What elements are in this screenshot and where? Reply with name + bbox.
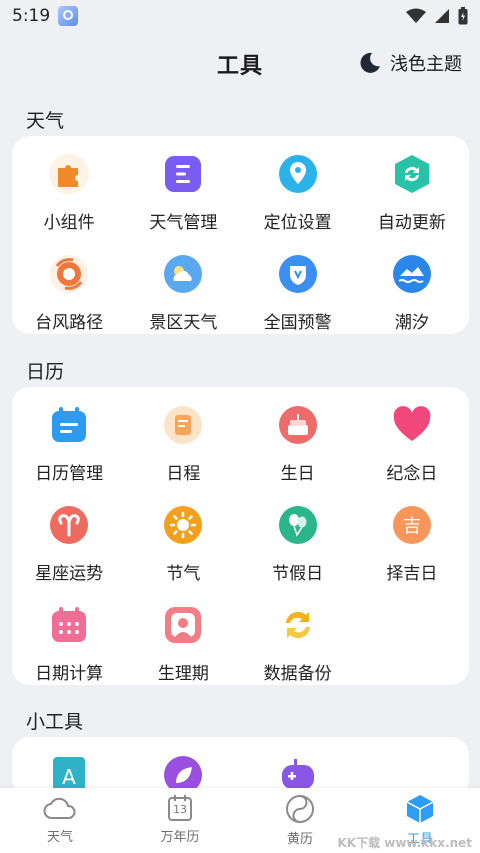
period-icon xyxy=(163,605,203,645)
weather-tools-card: 小组件 天气管理 定位设置 自动更新 台风路径 景区天气 全国预警 潮汐 xyxy=(12,136,469,334)
tool-label: 星座运势 xyxy=(35,564,104,584)
scenic-weather-icon xyxy=(163,254,203,294)
tool-holidays[interactable]: 节假日 xyxy=(241,503,355,603)
calendar-manage-icon xyxy=(49,405,89,445)
tools-box-icon xyxy=(406,795,434,823)
tool-weather-manage[interactable]: 天气管理 xyxy=(126,152,240,252)
tab-label: 黄历 xyxy=(286,832,313,847)
heart-icon xyxy=(392,405,432,445)
tool-schedule[interactable]: 日程 xyxy=(126,403,240,503)
tool-label: 台风路径 xyxy=(35,313,104,333)
typhoon-icon xyxy=(49,254,89,294)
moon-icon xyxy=(360,52,380,73)
theme-toggle-button[interactable]: 浅色主题 xyxy=(358,50,462,76)
theme-toggle-label: 浅色主题 xyxy=(390,54,462,75)
section-title-weather: 天气 xyxy=(26,110,65,132)
cake-icon xyxy=(278,405,318,445)
aries-icon xyxy=(49,505,89,545)
tab-weather[interactable]: 天气 xyxy=(0,788,120,853)
tool-label: 节假日 xyxy=(272,564,324,584)
notification-app-icon xyxy=(58,6,79,26)
sun-icon xyxy=(163,505,203,545)
refresh-icon xyxy=(392,154,432,194)
tool-typhoon-path[interactable]: 台风路径 xyxy=(12,252,126,352)
tool-label: 天气管理 xyxy=(149,213,218,233)
header: 工具 浅色主题 xyxy=(0,44,480,84)
calendar-tools-card: 日历管理 日程 生日 纪念日 星座运势 节气 节假日 吉 择吉日 日期计算 生理… xyxy=(12,387,469,685)
tool-label: 生日 xyxy=(280,464,315,484)
tool-date-calc[interactable]: 日期计算 xyxy=(12,603,126,703)
tide-icon xyxy=(392,254,432,294)
tool-solar-term[interactable]: 节气 xyxy=(126,503,240,603)
calendar-13-icon: 13 xyxy=(166,794,194,822)
tool-label: 小组件 xyxy=(43,213,95,233)
wifi-icon xyxy=(406,8,426,23)
tool-label: 全国预警 xyxy=(263,313,332,333)
watermark: KK下载 www.kkx.net xyxy=(337,836,472,850)
tool-auto-update[interactable]: 自动更新 xyxy=(355,152,469,252)
tool-label: 择吉日 xyxy=(386,564,438,584)
tool-data-backup[interactable]: 数据备份 xyxy=(241,603,355,703)
tool-location-settings[interactable]: 定位设置 xyxy=(241,152,355,252)
cloud-icon xyxy=(43,797,76,819)
section-title-calendar: 日历 xyxy=(26,361,65,383)
tool-label: 潮汐 xyxy=(394,313,429,333)
tab-perpetual-calendar[interactable]: 13 万年历 xyxy=(120,788,240,853)
tool-label: 日程 xyxy=(166,464,201,484)
svg-text:吉: 吉 xyxy=(403,516,421,537)
calendar-tools-grid: 日历管理 日程 生日 纪念日 星座运势 节气 节假日 吉 择吉日 日期计算 生理… xyxy=(12,387,469,703)
status-bar: 5:19 xyxy=(0,0,480,32)
puzzle-icon xyxy=(49,154,90,194)
date-calc-icon xyxy=(49,605,89,645)
tool-label: 生理期 xyxy=(157,664,209,684)
tool-calendar-manage[interactable]: 日历管理 xyxy=(12,403,126,503)
tool-tide[interactable]: 潮汐 xyxy=(355,252,469,352)
signal-icon xyxy=(435,9,449,23)
status-time: 5:19 xyxy=(12,6,51,26)
balloon-icon xyxy=(278,505,318,545)
tool-lucky-day[interactable]: 吉 择吉日 xyxy=(355,503,469,603)
tool-label: 节气 xyxy=(166,564,201,584)
tool-label: 景区天气 xyxy=(149,313,218,333)
tool-label: 数据备份 xyxy=(263,664,332,684)
tool-widget[interactable]: 小组件 xyxy=(12,152,126,252)
yinyang-icon xyxy=(286,795,314,823)
backup-icon xyxy=(278,605,318,645)
tab-label: 天气 xyxy=(46,830,73,845)
tool-period[interactable]: 生理期 xyxy=(126,603,240,703)
tool-label: 日期计算 xyxy=(35,664,104,684)
tool-scenic-weather[interactable]: 景区天气 xyxy=(126,252,240,352)
tool-label: 定位设置 xyxy=(263,213,332,233)
warning-icon xyxy=(278,254,318,294)
battery-icon xyxy=(458,7,468,25)
calendar-day-number: 13 xyxy=(173,803,187,816)
section-title-small-tools: 小工具 xyxy=(26,711,84,733)
tool-label: 自动更新 xyxy=(377,213,446,233)
svg-text:A: A xyxy=(62,765,76,789)
tool-national-warning[interactable]: 全国预警 xyxy=(241,252,355,352)
weather-tools-grid: 小组件 天气管理 定位设置 自动更新 台风路径 景区天气 全国预警 潮汐 xyxy=(12,136,469,352)
list-icon xyxy=(163,154,203,194)
tab-label: 万年历 xyxy=(160,830,200,845)
tool-label: 日历管理 xyxy=(35,464,104,484)
location-icon xyxy=(278,154,318,194)
tool-horoscope[interactable]: 星座运势 xyxy=(12,503,126,603)
tool-label: 纪念日 xyxy=(386,464,438,484)
tool-birthday[interactable]: 生日 xyxy=(241,403,355,503)
tool-anniversary[interactable]: 纪念日 xyxy=(355,403,469,503)
lucky-day-icon: 吉 xyxy=(392,505,432,545)
schedule-icon xyxy=(163,405,203,445)
